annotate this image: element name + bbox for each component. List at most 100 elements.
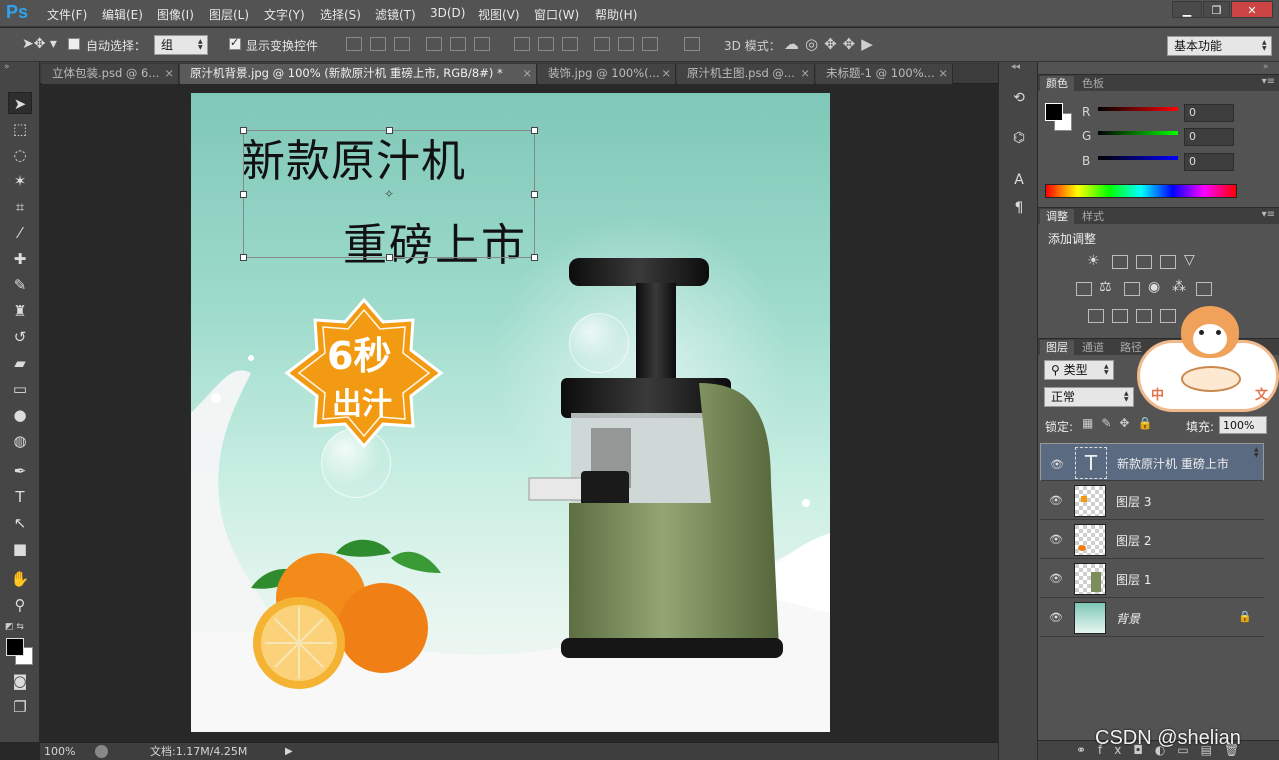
blend-mode-dropdown[interactable]: 正常 (1044, 387, 1134, 407)
tab-document[interactable]: 原汁机主图.psd @... × (677, 64, 815, 84)
layer-row[interactable]: 👁 图层 2 (1040, 521, 1264, 559)
menu-file[interactable]: 文件(F) (47, 6, 87, 23)
align-right-icon[interactable] (474, 37, 490, 51)
auto-align-icon[interactable] (684, 37, 700, 51)
color-lookup-icon[interactable] (1196, 282, 1212, 296)
align-hcenter-icon[interactable] (450, 37, 466, 51)
color-spectrum[interactable] (1045, 184, 1237, 198)
photo-filter-icon[interactable]: ◉ (1148, 279, 1160, 295)
b-slider[interactable] (1098, 156, 1178, 160)
visibility-eye-icon[interactable]: 👁 (1049, 611, 1063, 624)
healing-brush-tool-icon[interactable]: ✚ (8, 248, 32, 270)
magic-wand-tool-icon[interactable]: ✶ (8, 170, 32, 192)
path-selection-tool-icon[interactable]: ↖ (8, 512, 32, 534)
eyedropper-tool-icon[interactable]: ⁄ (8, 222, 32, 244)
zoom-tool-icon[interactable]: ⚲ (8, 594, 32, 616)
color-balance-icon[interactable]: ⚖ (1099, 279, 1112, 295)
type-tool-icon[interactable]: T (8, 486, 32, 508)
r-value-input[interactable]: 0 (1184, 104, 1234, 122)
move-tool-preset-icon[interactable]: ➤✥ ▾ (22, 36, 57, 52)
visibility-eye-icon[interactable]: 👁 (1049, 494, 1063, 507)
menu-layer[interactable]: 图层(L) (209, 6, 249, 23)
align-bottom-icon[interactable] (394, 37, 410, 51)
transform-bounding-box[interactable]: ✧ (240, 127, 538, 261)
collapse-icon[interactable]: » (4, 62, 10, 72)
3d-mode-icons[interactable]: ☁◎✥✥▶ (784, 35, 879, 53)
g-value-input[interactable]: 0 (1184, 128, 1234, 146)
menu-image[interactable]: 图像(I) (157, 6, 194, 23)
collapse-panels-icon[interactable]: » (1263, 62, 1269, 72)
status-menu-icon[interactable] (95, 745, 108, 758)
pen-tool-icon[interactable]: ✒ (8, 460, 32, 482)
close-button[interactable]: ✕ (1231, 1, 1273, 18)
curves-icon[interactable] (1136, 255, 1152, 269)
layer-name[interactable]: 背景 (1116, 610, 1140, 627)
distribute-vcenter-icon[interactable] (538, 37, 554, 51)
exposure-icon[interactable] (1160, 255, 1176, 269)
rectangle-tool-icon[interactable]: ■ (8, 538, 32, 560)
hand-tool-icon[interactable]: ✋ (8, 568, 32, 590)
tab-adjustments[interactable]: 调整 (1040, 209, 1074, 225)
restore-button[interactable]: ❐ (1203, 1, 1230, 18)
distribute-top-icon[interactable] (514, 37, 530, 51)
transform-handle[interactable] (386, 127, 393, 134)
r-slider[interactable] (1098, 107, 1178, 111)
foreground-color-swatch[interactable] (1045, 103, 1063, 121)
distribute-left-icon[interactable] (594, 37, 610, 51)
distribute-right-icon[interactable] (642, 37, 658, 51)
transform-handle[interactable] (386, 254, 393, 261)
screen-mode-icon[interactable]: ❐ (8, 696, 32, 718)
transform-handle[interactable] (531, 191, 538, 198)
brightness-icon[interactable]: ☀ (1087, 253, 1100, 269)
visibility-eye-icon[interactable]: 👁 (1049, 533, 1063, 546)
marquee-tool-icon[interactable]: ⬚ (8, 118, 32, 140)
panel-menu-icon[interactable]: ▾≡ (1262, 76, 1275, 87)
layer-name[interactable]: 图层 2 (1116, 532, 1151, 549)
tab-styles[interactable]: 样式 (1076, 209, 1110, 225)
menu-view[interactable]: 视图(V) (478, 6, 520, 23)
posterize-icon[interactable] (1112, 309, 1128, 323)
tab-layers[interactable]: 图层 (1040, 340, 1074, 356)
menu-filter[interactable]: 滤镜(T) (375, 6, 416, 23)
g-slider[interactable] (1098, 131, 1178, 135)
move-tool-icon[interactable]: ➤ (8, 92, 32, 114)
stamp-tool-icon[interactable]: ♜ (8, 300, 32, 322)
paragraph-panel-icon[interactable]: ¶ (1009, 198, 1029, 218)
tab-document-active[interactable]: 原汁机背景.jpg @ 100% (新款原汁机 重磅上市, RGB/8#) * × (180, 64, 537, 84)
transform-center-icon[interactable]: ✧ (384, 187, 394, 201)
history-brush-tool-icon[interactable]: ↺ (8, 326, 32, 348)
tab-document[interactable]: 未标题-1 @ 100%... × (816, 64, 953, 84)
eraser-tool-icon[interactable]: ▰ (8, 352, 32, 374)
distribute-bottom-icon[interactable] (562, 37, 578, 51)
tab-document[interactable]: 装饰.jpg @ 100%(... × (538, 64, 676, 84)
auto-select-dropdown[interactable]: 组 (154, 35, 208, 55)
gradient-tool-icon[interactable]: ▭ (8, 378, 32, 400)
canvas[interactable]: 新款原汁机 重磅上市 ✧ 6秒 出汁 (191, 93, 830, 732)
menu-window[interactable]: 窗口(W) (534, 6, 579, 23)
brush-tool-icon[interactable]: ✎ (8, 274, 32, 296)
layer-filter-dropdown[interactable]: ⚲ 类型 (1044, 360, 1114, 380)
distribute-hcenter-icon[interactable] (618, 37, 634, 51)
layer-name[interactable]: 图层 1 (1116, 571, 1151, 588)
lock-icons[interactable]: ▦✎✥🔒 (1082, 416, 1160, 430)
crop-tool-icon[interactable]: ⌗ (8, 196, 32, 218)
menu-help[interactable]: 帮助(H) (595, 6, 637, 23)
align-vcenter-icon[interactable] (370, 37, 386, 51)
auto-select-checkbox[interactable] (68, 38, 80, 50)
align-left-icon[interactable] (426, 37, 442, 51)
menu-type[interactable]: 文字(Y) (264, 6, 305, 23)
3d-panel-icon[interactable]: ⌬ (1009, 128, 1029, 148)
levels-icon[interactable] (1112, 255, 1128, 269)
tab-document[interactable]: 立体包装.psd @ 6... × (42, 64, 179, 84)
default-colors-icon[interactable]: ◩ ⇆ (5, 622, 24, 632)
status-arrow-icon[interactable]: ▶ (285, 743, 293, 760)
tab-channels[interactable]: 通道 (1076, 340, 1110, 356)
layer-name[interactable]: 图层 3 (1116, 493, 1151, 510)
invert-icon[interactable] (1088, 309, 1104, 323)
minimize-button[interactable]: ▁ (1172, 1, 1202, 18)
tab-swatches[interactable]: 色板 (1076, 76, 1110, 92)
menu-3d[interactable]: 3D(D) (430, 6, 465, 20)
vibrance-icon[interactable]: ▽ (1184, 252, 1195, 268)
align-top-icon[interactable] (346, 37, 362, 51)
visibility-eye-icon[interactable]: 👁 (1050, 456, 1064, 474)
